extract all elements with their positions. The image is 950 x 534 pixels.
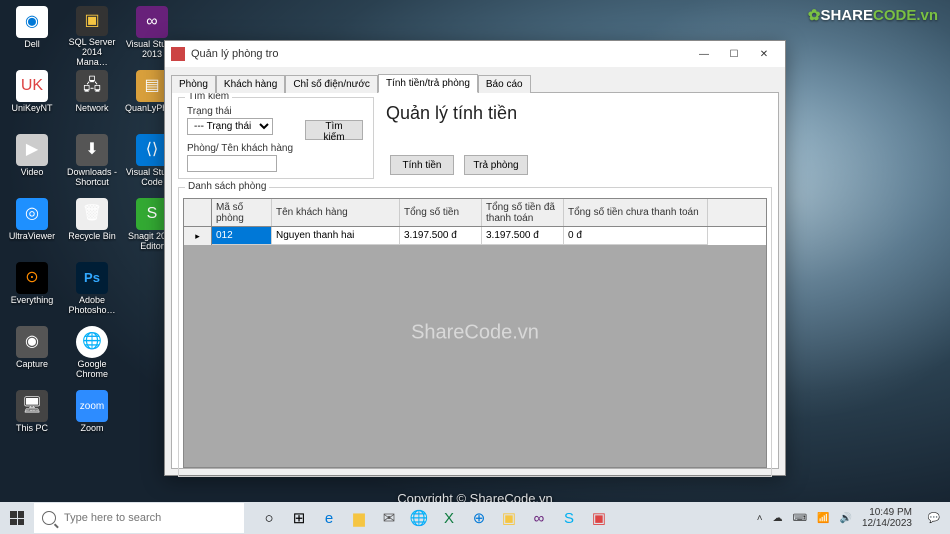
explorer-icon[interactable]: ▆: [344, 503, 374, 533]
cell-total[interactable]: 3.197.500 đ: [400, 227, 482, 245]
desktop-icon[interactable]: ◎UltraViewer: [4, 196, 60, 258]
taskbar: ○ ⊞ e ▆ ✉ 🌐 X ⊕ ▣ ∞ S ▣ ˄ ☁ ⌨ 📶 🔊 10:49 …: [0, 502, 950, 534]
sharecode-logo: ✿SHARECODE.vn: [808, 6, 938, 24]
taskbar-clock[interactable]: 10:49 PM 12/14/2023: [862, 507, 912, 529]
tab-phong[interactable]: Phòng: [171, 75, 216, 93]
close-button[interactable]: ✕: [749, 43, 779, 65]
cell-unpaid[interactable]: 0 đ: [564, 227, 708, 245]
data-grid[interactable]: Mã số phòng Tên khách hàng Tổng số tiền …: [183, 198, 767, 468]
tinhtien-button[interactable]: Tính tiền: [390, 155, 454, 175]
watermark: ShareCode.vn: [411, 322, 539, 345]
client-area: Phòng Khách hàng Chỉ số điện/nước Tính t…: [165, 67, 785, 475]
col-header[interactable]: Tổng số tiền đã thanh toán: [482, 199, 564, 226]
desktop-icon[interactable]: UKUniKeyNT: [4, 68, 60, 130]
desktop-icon[interactable]: PsAdobe Photosho…: [64, 260, 120, 322]
tray-cloud-icon[interactable]: ☁: [773, 513, 783, 524]
maximize-button[interactable]: ☐: [719, 43, 749, 65]
vs-icon[interactable]: ∞: [524, 503, 554, 533]
minimize-button[interactable]: —: [689, 43, 719, 65]
search-icon: [42, 511, 56, 525]
app-icon: [171, 47, 185, 61]
tab-chisodien[interactable]: Chỉ số điện/nước: [285, 75, 378, 93]
desktop-icon[interactable]: ⬇Downloads - Shortcut: [64, 132, 120, 194]
system-tray: ˄ ☁ ⌨ 📶 🔊 10:49 PM 12/14/2023 💬: [757, 506, 950, 530]
traphong-button[interactable]: Trả phòng: [464, 155, 528, 175]
tray-chevron-icon[interactable]: ˄: [757, 513, 763, 524]
chrome-icon[interactable]: 🌐: [404, 503, 434, 533]
tab-khachhang[interactable]: Khách hàng: [216, 75, 285, 93]
taskbar-search[interactable]: [34, 503, 244, 533]
status-label: Trạng thái: [187, 106, 373, 117]
room-input[interactable]: [187, 155, 277, 172]
col-header[interactable]: Tổng số tiền chưa thanh toán: [564, 199, 708, 226]
desktop-icon[interactable]: ◉Capture: [4, 324, 60, 386]
excel-icon[interactable]: X: [434, 503, 464, 533]
mail-icon[interactable]: ✉: [374, 503, 404, 533]
col-header[interactable]: Mã số phòng: [212, 199, 272, 226]
tray-volume-icon[interactable]: 🔊: [839, 513, 851, 524]
tab-page: Tìm kiếm Trạng thái --- Trạng thái --- T…: [171, 92, 779, 469]
taskbar-search-input[interactable]: [64, 512, 236, 524]
cell-name[interactable]: Nguyen thanh hai: [272, 227, 400, 245]
windows-icon: [10, 511, 24, 525]
cell-room[interactable]: 012: [212, 227, 272, 245]
search-button[interactable]: Tìm kiếm: [305, 120, 363, 140]
sqlserver-icon[interactable]: ▣: [494, 503, 524, 533]
col-header[interactable]: Tên khách hàng: [272, 199, 400, 226]
app-window: Quản lý phòng tro — ☐ ✕ Phòng Khách hàng…: [164, 40, 786, 476]
grid-header: Mã số phòng Tên khách hàng Tổng số tiền …: [184, 199, 766, 227]
desktop-icon[interactable]: zoomZoom: [64, 388, 120, 450]
desktop-icon[interactable]: 🗑Recycle Bin: [64, 196, 120, 258]
desktop-icon[interactable]: 🖧Network: [64, 68, 120, 130]
page-heading: Quản lý tính tiền: [386, 103, 517, 124]
taskview-icon[interactable]: ⊞: [284, 503, 314, 533]
list-legend: Danh sách phòng: [185, 181, 269, 192]
status-select[interactable]: --- Trạng thái ---: [187, 118, 273, 135]
desktop-icon[interactable]: ⊙Everything: [4, 260, 60, 322]
room-label: Phòng/ Tên khách hàng: [187, 143, 373, 154]
edge-icon[interactable]: e: [314, 503, 344, 533]
window-title: Quản lý phòng tro: [191, 48, 689, 60]
tab-tinhtien[interactable]: Tính tiền/trả phòng: [378, 74, 478, 93]
tab-baocao[interactable]: Báo cáo: [478, 75, 531, 93]
col-header[interactable]: Tổng số tiền: [400, 199, 482, 226]
desktop-icons: ◉Dell UKUniKeyNT ▶Video ◎UltraViewer ⊙Ev…: [4, 4, 184, 484]
row-indicator: ▸: [184, 227, 212, 245]
cell-paid[interactable]: 3.197.500 đ: [482, 227, 564, 245]
desktop-icon[interactable]: ◉Dell: [4, 4, 60, 66]
tray-wifi-icon[interactable]: 📶: [817, 513, 829, 524]
grid-row[interactable]: ▸ 012 Nguyen thanh hai 3.197.500 đ 3.197…: [184, 227, 766, 245]
desktop-icon[interactable]: ▶Video: [4, 132, 60, 194]
titlebar[interactable]: Quản lý phòng tro — ☐ ✕: [165, 41, 785, 67]
search-groupbox: Tìm kiếm Trạng thái --- Trạng thái --- T…: [178, 97, 374, 179]
tab-strip: Phòng Khách hàng Chỉ số điện/nước Tính t…: [171, 73, 779, 93]
start-button[interactable]: [0, 502, 34, 534]
skype-icon[interactable]: S: [554, 503, 584, 533]
notification-icon[interactable]: 💬: [922, 506, 946, 530]
desktop-icon[interactable]: ▣SQL Server 2014 Mana…: [64, 4, 120, 66]
desktop-icon[interactable]: 🖥This PC: [4, 388, 60, 450]
row-header-corner: [184, 199, 212, 226]
app-taskbar-icon[interactable]: ▣: [584, 503, 614, 533]
cortana-icon[interactable]: ○: [254, 503, 284, 533]
list-groupbox: Danh sách phòng Mã số phòng Tên khách hà…: [178, 187, 772, 477]
taskbar-buttons: ○ ⊞ e ▆ ✉ 🌐 X ⊕ ▣ ∞ S ▣: [254, 503, 614, 533]
tray-input-icon[interactable]: ⌨: [793, 513, 807, 524]
desktop-icon[interactable]: 🌐Google Chrome: [64, 324, 120, 386]
store-icon[interactable]: ⊕: [464, 503, 494, 533]
